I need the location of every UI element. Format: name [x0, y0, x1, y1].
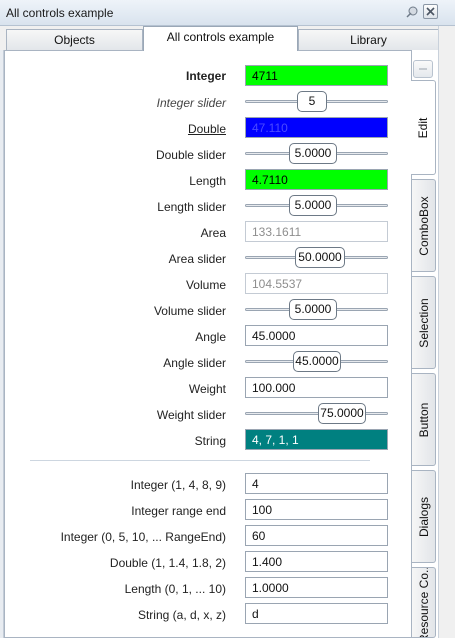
slider-thumb[interactable]: 5: [297, 91, 327, 112]
tab-library[interactable]: Library: [298, 29, 439, 50]
side-tab-label: ComboBox: [416, 195, 431, 256]
double-choice-input[interactable]: 1.400: [245, 551, 388, 572]
side-tab-label: Dialogs: [416, 496, 431, 537]
length-choice-label: Length (0, 1, ... 10): [124, 582, 226, 596]
side-tab-label: Resource Co...: [416, 567, 431, 638]
volume-readonly-field: 104.5537: [245, 273, 388, 294]
side-tab-edit[interactable]: Edit: [411, 80, 436, 175]
window-right-edge: [438, 26, 455, 638]
section-separator: [30, 460, 370, 461]
integer-slider[interactable]: 5: [245, 91, 388, 113]
side-tab-label: Edit: [416, 117, 430, 138]
integer-input[interactable]: 4711: [245, 65, 388, 86]
weight-slider-label: Weight slider: [156, 408, 226, 422]
side-tab-dialogs[interactable]: Dialogs: [412, 470, 436, 563]
slider-thumb[interactable]: 75.0000: [318, 403, 366, 424]
double-slider-label: Double slider: [155, 148, 226, 162]
string-choice-label: String (a, d, x, z): [137, 608, 226, 622]
double-slider[interactable]: 5.0000: [245, 143, 388, 165]
integer-label: Integer: [185, 69, 226, 83]
integer-range-end-input[interactable]: 100: [245, 499, 388, 520]
area-label: Area: [200, 226, 226, 240]
integer-choice-label: Integer (1, 4, 8, 9): [130, 478, 226, 492]
slider-thumb[interactable]: 5.0000: [289, 195, 337, 216]
side-tab-combobox[interactable]: ComboBox: [412, 179, 436, 272]
slider-thumb[interactable]: 5.0000: [289, 143, 337, 164]
length-slider-label: Length slider: [157, 200, 226, 214]
side-tab-button[interactable]: Button: [412, 373, 436, 466]
length-slider[interactable]: 5.0000: [245, 195, 388, 217]
scroll-up-button[interactable]: [413, 60, 433, 78]
slider-thumb[interactable]: 50.0000: [295, 247, 345, 268]
volume-slider[interactable]: 5.0000: [245, 299, 388, 321]
weight-input[interactable]: 100.000: [245, 377, 388, 398]
integer-slider-label: Integer slider: [156, 96, 226, 110]
side-tab-label: Button: [416, 402, 431, 437]
angle-input[interactable]: 45.0000: [245, 325, 388, 346]
tab-all-controls-example[interactable]: All controls example: [143, 26, 298, 51]
volume-label: Volume: [185, 278, 226, 292]
integer-range-end-label: Integer range end: [131, 504, 226, 518]
double-choice-label: Double (1, 1.4, 1.8, 2): [109, 556, 226, 570]
string-label: String: [194, 434, 226, 448]
angle-label: Angle: [195, 330, 226, 344]
window-title: All controls example: [6, 6, 114, 20]
side-tab-selection[interactable]: Selection: [412, 276, 436, 369]
area-slider[interactable]: 50.0000: [245, 247, 388, 269]
string-choice-input[interactable]: d: [245, 603, 388, 624]
double-label[interactable]: Double: [188, 122, 226, 136]
top-tab-bar: Objects All controls example Library: [0, 26, 445, 51]
weight-slider[interactable]: 75.0000: [245, 403, 388, 425]
area-readonly-field: 133.1611: [245, 221, 388, 242]
slider-track[interactable]: [245, 412, 388, 415]
integer-choice-input[interactable]: 4: [245, 473, 388, 494]
string-input[interactable]: 4, 7, 1, 1: [245, 429, 388, 450]
weight-label: Weight: [188, 382, 226, 396]
angle-slider[interactable]: 45.0000: [245, 351, 388, 373]
slider-thumb[interactable]: 45.0000: [293, 351, 341, 372]
area-slider-label: Area slider: [168, 252, 226, 266]
length-input[interactable]: 4.7110: [245, 169, 388, 190]
integer-range-label: Integer (0, 5, 10, ... RangeEnd): [60, 530, 226, 544]
slider-thumb[interactable]: 5.0000: [289, 299, 337, 320]
side-tab-resource[interactable]: Resource Co...: [412, 567, 436, 638]
integer-range-input[interactable]: 60: [245, 525, 388, 546]
close-icon[interactable]: [423, 4, 438, 19]
window-titlebar: All controls example: [0, 0, 455, 26]
volume-slider-label: Volume slider: [153, 304, 226, 318]
pin-icon[interactable]: [404, 5, 419, 20]
double-input[interactable]: 47.110: [245, 117, 388, 138]
side-tab-bar: Edit ComboBox Selection Button Dialogs R…: [411, 80, 438, 638]
length-label: Length: [189, 174, 226, 188]
side-tab-label: Selection: [416, 297, 431, 348]
length-choice-input[interactable]: 1.0000: [245, 577, 388, 598]
angle-slider-label: Angle slider: [163, 356, 226, 370]
tab-objects[interactable]: Objects: [6, 29, 143, 50]
